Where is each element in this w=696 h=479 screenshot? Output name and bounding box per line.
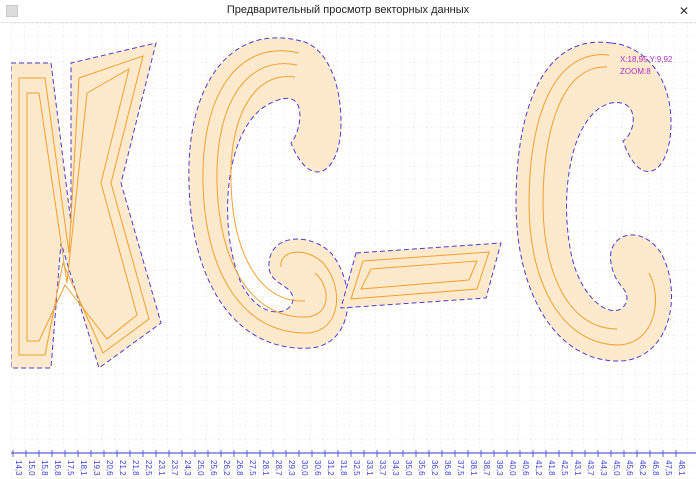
axis-label: 48,1 (677, 460, 686, 476)
axis-label: 41,2 (534, 460, 543, 476)
axis-label: 36,2 (430, 460, 439, 476)
axis-label: 43,7 (586, 460, 595, 476)
axis-label: 46,2 (638, 460, 647, 476)
axis-label: 22,5 (144, 460, 153, 476)
axis-label: 30,6 (313, 460, 322, 476)
axis-label: 15,0 (27, 460, 36, 476)
axis-label: 43,1 (573, 460, 582, 476)
axis-label: 42,5 (560, 460, 569, 476)
axis-label: 29,3 (287, 460, 296, 476)
axis-label: 40,6 (521, 460, 530, 476)
axis-label: 16,8 (53, 460, 62, 476)
axis-label: 38,1 (469, 460, 478, 476)
coords-readout: X:18,95 Y:9,92 (620, 55, 673, 64)
axis-label: 30,0 (300, 460, 309, 476)
axis-label: 31,8 (339, 460, 348, 476)
window-title: Предварительный просмотр векторных данны… (226, 4, 470, 16)
axis-label: 17,5 (66, 460, 75, 476)
axis-label: 14,3 (14, 460, 23, 476)
axis-label: 28,1 (261, 460, 270, 476)
axis-label: 23,1 (157, 460, 166, 476)
axis-label: 41,8 (547, 460, 556, 476)
axis-label: 21,2 (118, 460, 127, 476)
axis-label: 40,0 (508, 460, 517, 476)
close-icon[interactable]: ✕ (672, 0, 696, 22)
axis-label: 45,0 (612, 460, 621, 476)
axis-label: 33,1 (365, 460, 374, 476)
axis-label: 25,0 (196, 460, 205, 476)
axis-label: 32,5 (352, 460, 361, 476)
axis-label: 38,7 (482, 460, 491, 476)
axis-label: 21,8 (131, 460, 140, 476)
axis-label: 39,3 (495, 460, 504, 476)
coordinate-readout: X:18,95 Y:9,92 ZOOM:8 (620, 54, 672, 78)
axis-label: 37,5 (456, 460, 465, 476)
axis-label: 26,8 (235, 460, 244, 476)
axis-label: 34,3 (391, 460, 400, 476)
axis-label: 19,3 (92, 460, 101, 476)
axis-label: 46,8 (651, 460, 660, 476)
axis-label: 33,7 (378, 460, 387, 476)
axis-label: 35,0 (404, 460, 413, 476)
vector-preview-canvas[interactable]: 14,3 15,0 15,8 16,8 17,5 18,1 19,3 20,6 21,2 21,8… (11, 23, 696, 479)
axis-label: 27,5 (248, 460, 257, 476)
axis-label: 24,3 (183, 460, 192, 476)
title-bar: Предварительный просмотр векторных данны… (0, 0, 696, 23)
axis-label: 47,5 (664, 460, 673, 476)
axis-label: 18,1 (79, 460, 88, 476)
axis-label: 35,6 (417, 460, 426, 476)
zoom-readout: ZOOM:8 (620, 67, 651, 76)
axis-label: 20,6 (105, 460, 114, 476)
axis-label: 23,7 (170, 460, 179, 476)
axis-label: 36,8 (443, 460, 452, 476)
axis-label: 45,6 (625, 460, 634, 476)
axis-label: 26,2 (222, 460, 231, 476)
axis-label: 25,6 (209, 460, 218, 476)
axis-label: 28,7 (274, 460, 283, 476)
axis-label: 15,8 (40, 460, 49, 476)
axis-label: 44,3 (599, 460, 608, 476)
axis-label: 31,2 (326, 460, 335, 476)
